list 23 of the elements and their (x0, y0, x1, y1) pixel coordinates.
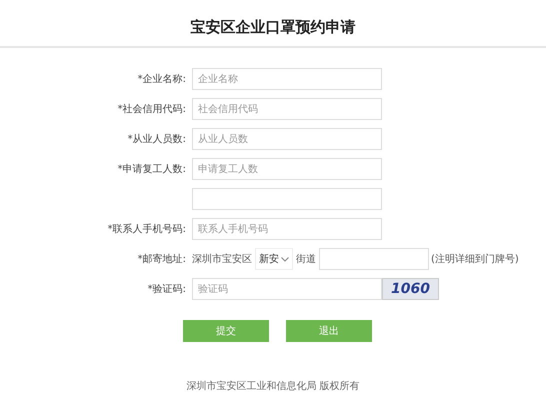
page-title: 宝安区企业口罩预约申请 (190, 18, 356, 38)
field-label: *企业名称: (136, 72, 187, 86)
field-label: *社会信用代码: (116, 102, 187, 116)
field-label: *邮寄地址: (136, 252, 187, 266)
input-field[interactable]: 申请复工人数 (192, 158, 382, 180)
field-label: *联系人手机号码: (106, 222, 187, 236)
captcha-image[interactable]: 1060 (382, 278, 439, 300)
address-hint: (注明详细到门牌号) (431, 252, 519, 266)
input-field[interactable]: 社会信用代码 (192, 98, 382, 120)
footer-text: 深圳市宝安区工业和信息化局 版权所有 (185, 380, 361, 393)
field-label: *从业人员数: (126, 132, 187, 146)
chevron-icon (281, 256, 289, 262)
field-label: *验证码: (146, 283, 187, 296)
input-field[interactable]: 从业人员数 (192, 128, 382, 150)
field-label: *申请复工人数: (116, 162, 187, 176)
input-field[interactable]: 验证码 (192, 278, 382, 300)
city-text: 深圳市宝安区 (192, 252, 252, 266)
address-field[interactable] (319, 248, 429, 270)
street-select[interactable]: 新安 (255, 248, 293, 270)
input-field[interactable] (192, 188, 382, 210)
street-suffix: 街道 (296, 253, 316, 266)
input-field[interactable]: 联系人手机号码 (192, 218, 382, 240)
input-field[interactable]: 企业名称 (192, 68, 382, 90)
